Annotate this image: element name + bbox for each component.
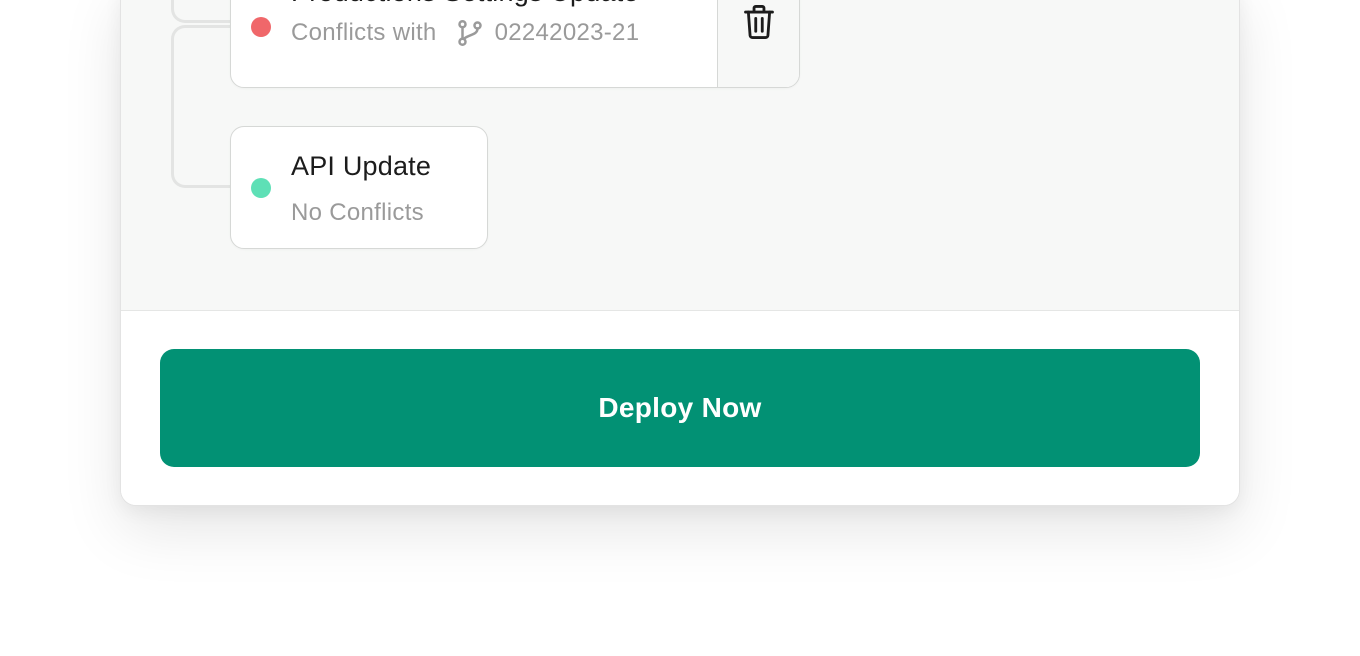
git-branch-icon [455, 18, 485, 48]
branch-title: API Update [291, 151, 432, 181]
panel-footer: Deploy Now [121, 312, 1239, 505]
branch-card-body[interactable]: Productions Settings Update Conflicts wi… [231, 0, 717, 87]
conflict-branch-id[interactable]: 02242023-21 [495, 19, 640, 47]
trash-icon [742, 3, 776, 46]
clean-status-dot [251, 178, 271, 198]
conflict-label: Conflicts with [291, 19, 437, 46]
branch-card-clean[interactable]: API Update No Conflicts [230, 126, 488, 249]
deploy-now-button[interactable]: Deploy Now [160, 349, 1200, 467]
no-conflicts-label: No Conflicts [291, 199, 424, 226]
branch-subtitle: No Conflicts [291, 199, 424, 227]
deploy-panel: Productions Settings Update Conflicts wi… [120, 0, 1240, 506]
branch-card-conflict[interactable]: Productions Settings Update Conflicts wi… [230, 0, 800, 88]
conflict-status-dot [251, 17, 271, 37]
branch-tree: Productions Settings Update Conflicts wi… [121, 0, 1239, 311]
tree-connector [171, 25, 233, 188]
tree-connector [171, 0, 233, 23]
branch-subtitle: Conflicts with 02242023-21 [291, 18, 639, 48]
branch-title: Productions Settings Update [291, 0, 639, 8]
delete-button[interactable] [717, 0, 799, 87]
